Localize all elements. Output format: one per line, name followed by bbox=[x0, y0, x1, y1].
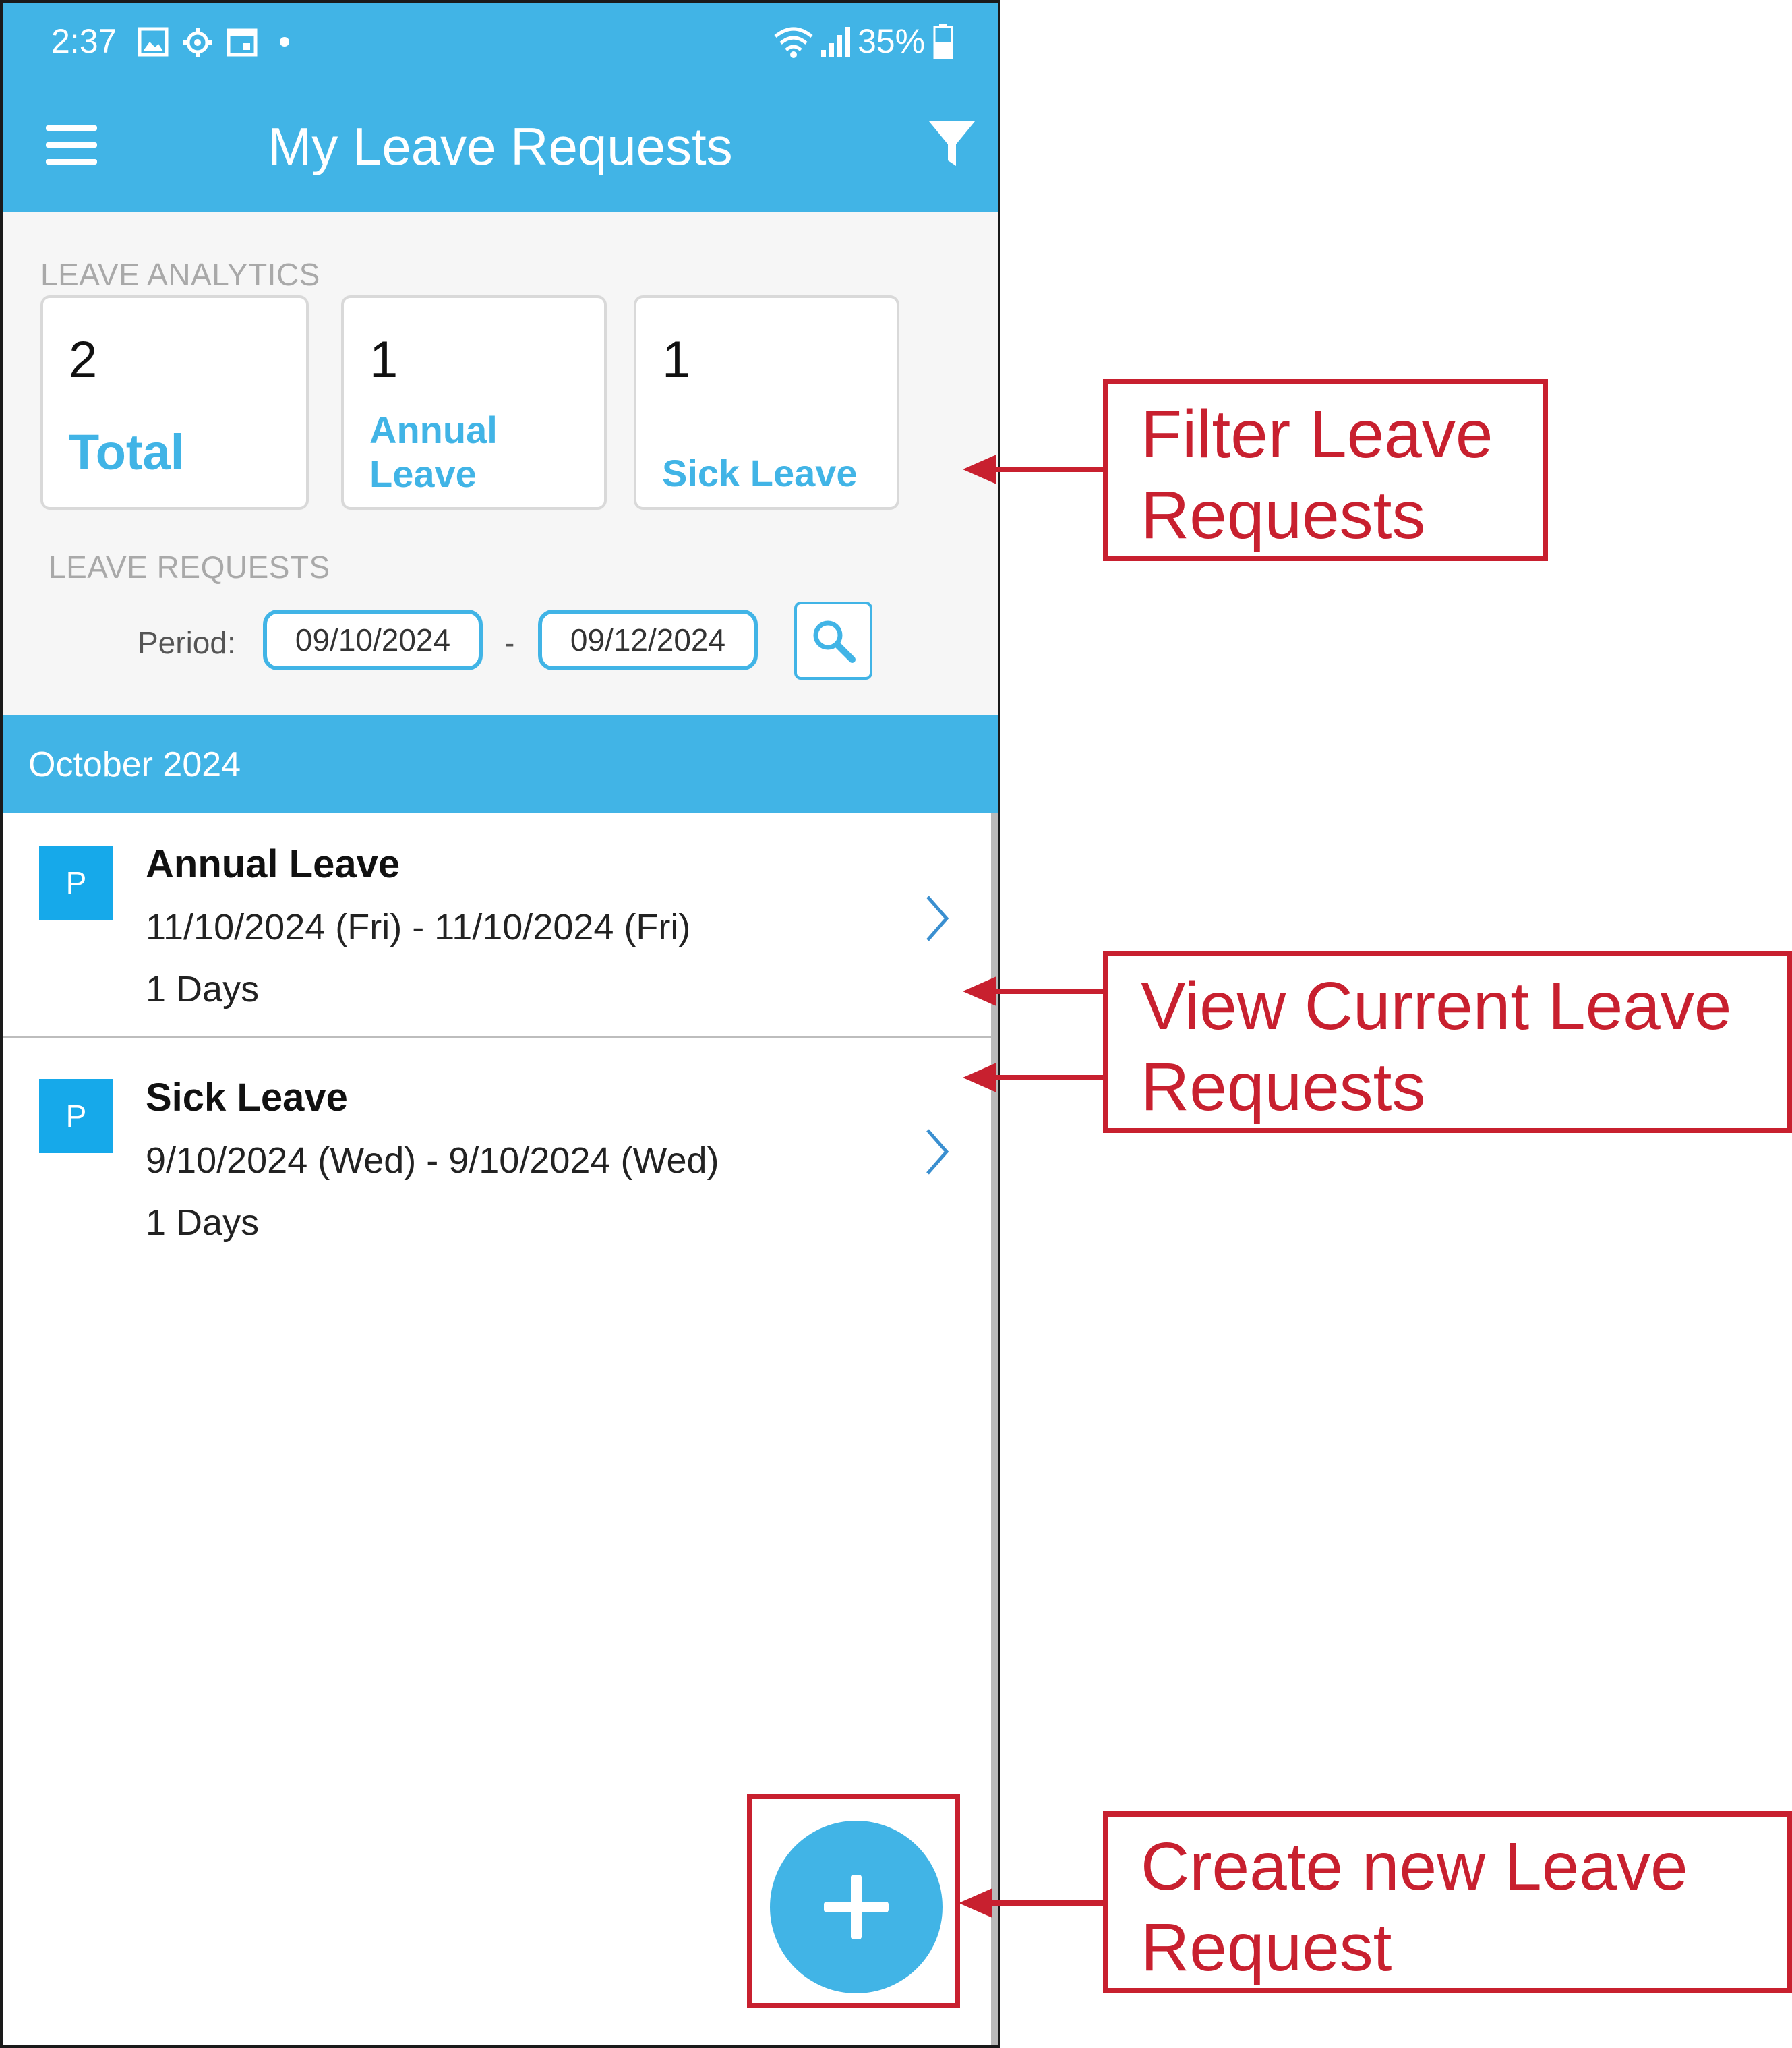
create-arrow-head bbox=[959, 1888, 992, 1918]
view-arrow-head-1 bbox=[963, 976, 996, 1006]
status-time: 2:37 bbox=[51, 22, 117, 60]
annual-leave-card[interactable]: 1 Annual Leave bbox=[341, 295, 607, 510]
leave-days: 1 Days bbox=[146, 1202, 260, 1243]
view-annotation-text: View Current Leave Requests bbox=[1141, 968, 1732, 1125]
leave-request-item[interactable]: P Annual Leave 11/10/2024 (Fri) - 11/10/… bbox=[3, 813, 998, 1047]
battery-icon bbox=[933, 24, 953, 59]
leave-type: Sick Leave bbox=[146, 1076, 348, 1119]
view-annotation-arrow-1 bbox=[995, 989, 1106, 994]
period-from-date-field[interactable]: 09/10/2024 bbox=[263, 610, 483, 670]
total-label: Total bbox=[69, 424, 185, 480]
filter-annotation-text: Filter Leave Requests bbox=[1141, 397, 1493, 553]
phone-screen: 2:37 35% My Leave Requests LEAVE ANALYTI… bbox=[0, 0, 1000, 2048]
notification-dot-icon bbox=[280, 37, 289, 47]
battery-percent: 35% bbox=[858, 22, 926, 60]
leave-request-item[interactable]: P Sick Leave 9/10/2024 (Wed) - 9/10/2024… bbox=[3, 1047, 998, 1280]
sick-leave-card[interactable]: 1 Sick Leave bbox=[634, 295, 899, 510]
create-annotation-box: Create new Leave Request bbox=[1103, 1811, 1792, 1993]
view-annotation-arrow-2 bbox=[995, 1075, 1106, 1080]
status-badge: P bbox=[39, 846, 113, 920]
status-bar: 2:37 35% bbox=[3, 3, 998, 81]
month-header-label: October 2024 bbox=[28, 745, 241, 784]
chevron-right-icon[interactable] bbox=[924, 1128, 951, 1176]
chevron-right-icon[interactable] bbox=[924, 894, 951, 943]
filter-annotation-box: Filter Leave Requests bbox=[1103, 379, 1548, 561]
signal-icon bbox=[821, 27, 850, 57]
settings-gear-icon bbox=[183, 28, 212, 57]
sick-leave-count: 1 bbox=[662, 331, 691, 388]
gallery-icon bbox=[138, 27, 169, 57]
filter-funnel-icon[interactable] bbox=[926, 119, 978, 170]
filter-arrow-head bbox=[963, 455, 996, 484]
leave-type: Annual Leave bbox=[146, 842, 400, 886]
leave-dates: 9/10/2024 (Wed) - 9/10/2024 (Wed) bbox=[146, 1140, 719, 1181]
page-title: My Leave Requests bbox=[268, 117, 733, 176]
period-separator: - bbox=[504, 625, 515, 660]
create-annotation-arrow bbox=[991, 1900, 1106, 1906]
leave-requests-label: LEAVE REQUESTS bbox=[49, 550, 330, 585]
wifi-icon bbox=[774, 27, 813, 58]
filter-panel: LEAVE ANALYTICS 2 Total 1 Annual Leave 1… bbox=[3, 212, 998, 715]
search-magnifier-icon bbox=[813, 620, 856, 663]
annual-leave-label: Annual Leave bbox=[369, 409, 498, 495]
view-annotation-box: View Current Leave Requests bbox=[1103, 951, 1792, 1133]
leave-analytics-label: LEAVE ANALYTICS bbox=[40, 257, 320, 292]
total-count: 2 bbox=[69, 331, 98, 388]
month-header: October 2024 bbox=[3, 715, 998, 813]
period-label: Period: bbox=[138, 625, 236, 660]
view-arrow-head-2 bbox=[963, 1063, 996, 1092]
total-leave-card[interactable]: 2 Total bbox=[40, 295, 309, 510]
leave-dates: 11/10/2024 (Fri) - 11/10/2024 (Fri) bbox=[146, 907, 691, 947]
calendar-icon bbox=[227, 28, 258, 57]
sick-leave-label: Sick Leave bbox=[662, 452, 858, 494]
period-to-date-field[interactable]: 09/12/2024 bbox=[538, 610, 758, 670]
fab-highlight-frame bbox=[747, 1794, 960, 2008]
list-divider bbox=[3, 1036, 998, 1038]
filter-annotation-arrow bbox=[995, 467, 1106, 472]
search-button[interactable] bbox=[794, 602, 872, 680]
annual-leave-count: 1 bbox=[369, 331, 398, 388]
app-bar: My Leave Requests bbox=[3, 81, 998, 212]
create-annotation-text: Create new Leave Request bbox=[1141, 1829, 1688, 1985]
leave-days: 1 Days bbox=[146, 969, 260, 1010]
status-badge: P bbox=[39, 1079, 113, 1153]
